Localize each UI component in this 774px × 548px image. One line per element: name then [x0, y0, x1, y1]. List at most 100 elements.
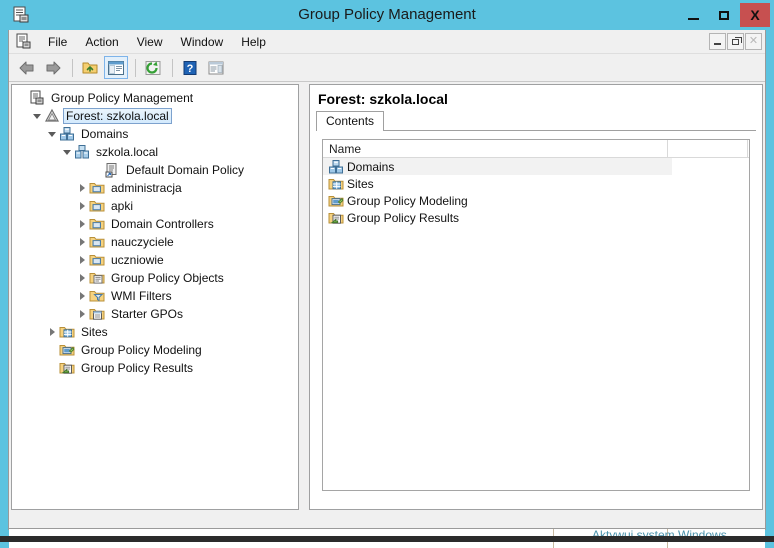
close-icon: X	[750, 7, 760, 23]
list-column-header[interactable]	[668, 140, 748, 157]
forward-button[interactable]	[41, 56, 65, 79]
chevron-right-icon[interactable]	[76, 179, 88, 197]
tree-item-administracja[interactable]: administracja	[12, 179, 298, 197]
arrow-right-icon	[46, 61, 61, 74]
twisty-placeholder	[46, 341, 58, 359]
list-item[interactable]: Group Policy Results	[323, 209, 749, 226]
starter-gpo-icon	[88, 306, 105, 322]
menu-action[interactable]: Action	[76, 32, 127, 52]
gp-results-icon	[58, 360, 75, 376]
tree-item-group-policy-management[interactable]: Group Policy Management	[12, 89, 298, 107]
sites-icon	[328, 178, 343, 189]
tree-item-label: Domains	[81, 127, 129, 141]
back-button[interactable]	[15, 56, 39, 79]
chevron-down-icon[interactable]	[31, 107, 43, 125]
tree-item-label: Group Policy Management	[51, 91, 194, 105]
chevron-right-icon[interactable]	[46, 323, 58, 341]
tree-item-starter-gpos[interactable]: Starter GPOs	[12, 305, 298, 323]
chevron-right-icon[interactable]	[76, 269, 88, 287]
up-one-level-button[interactable]	[78, 56, 102, 79]
domain-icon	[74, 145, 89, 159]
chevron-right-icon[interactable]	[76, 251, 88, 269]
mdi-window-controls: ✕	[708, 33, 762, 50]
list-header: Name	[323, 140, 749, 158]
domains-icon	[328, 159, 343, 173]
menu-window[interactable]: Window	[172, 32, 233, 52]
application-window: Group Policy Management X File Action Vi…	[0, 0, 774, 548]
toolbar-separator	[72, 58, 73, 77]
list-column-header[interactable]: Name	[323, 140, 668, 157]
pane-splitter[interactable]	[301, 84, 308, 510]
contents-list[interactable]: Name Domains Sites Group Policy Modeling Gr…	[322, 139, 750, 491]
mdi-restore-icon	[732, 36, 742, 45]
twisty-triangle	[79, 310, 85, 318]
list-item[interactable]: Group Policy Modeling	[323, 192, 749, 209]
list-item[interactable]: Sites	[323, 175, 749, 192]
tree-item-label: uczniowie	[111, 253, 164, 267]
properties-button[interactable]	[204, 56, 228, 79]
list-item[interactable]: Domains	[323, 158, 672, 175]
tree-item-nauczyciele[interactable]: nauczyciele	[12, 233, 298, 251]
chevron-down-icon[interactable]	[61, 143, 73, 161]
svg-text:?: ?	[187, 63, 194, 75]
mdi-minimize-button[interactable]	[709, 33, 726, 50]
tree-item-group-policy-results[interactable]: Group Policy Results	[12, 359, 298, 377]
toolbar: ?	[9, 54, 765, 82]
chevron-down-icon[interactable]	[46, 125, 58, 143]
tree-item-sites[interactable]: Sites	[12, 323, 298, 341]
console-root-icon	[28, 90, 45, 106]
page-title: Forest: szkola.local	[318, 91, 448, 107]
tree-item-group-policy-objects[interactable]: Group Policy Objects	[12, 269, 298, 287]
folder-up-icon	[82, 62, 98, 73]
maximize-button[interactable]	[709, 3, 739, 27]
tab-contents[interactable]: Contents	[316, 111, 385, 130]
mdi-restore-button[interactable]	[727, 33, 744, 50]
ou-folder-icon	[89, 237, 104, 248]
mdi-minimize-icon	[714, 43, 721, 45]
chevron-right-icon[interactable]	[76, 215, 88, 233]
list-item-label: Group Policy Results	[347, 210, 460, 225]
minimize-button[interactable]	[678, 3, 708, 27]
gp-results-icon	[59, 363, 74, 374]
gp-modeling-icon	[327, 193, 344, 209]
tree-item-domains[interactable]: Domains	[12, 125, 298, 143]
menu-file[interactable]: File	[39, 32, 76, 52]
help-button[interactable]: ?	[178, 56, 202, 79]
chevron-right-icon[interactable]	[76, 197, 88, 215]
console-tree: Group Policy Management Forest: szkola.lo…	[12, 85, 298, 377]
chevron-right-icon[interactable]	[76, 233, 88, 251]
mdi-close-button: ✕	[745, 33, 762, 50]
menu-help[interactable]: Help	[232, 32, 275, 52]
gpo-link-icon	[105, 163, 116, 178]
tree-item-uczniowie[interactable]: uczniowie	[12, 251, 298, 269]
chevron-right-icon[interactable]	[76, 305, 88, 323]
tree-item-group-policy-modeling[interactable]: Group Policy Modeling	[12, 341, 298, 359]
tree-item-label: Starter GPOs	[111, 307, 184, 321]
refresh-button[interactable]	[141, 56, 165, 79]
tree-item-wmi-filters[interactable]: WMI Filters	[12, 287, 298, 305]
forest-icon	[44, 108, 59, 122]
mdi-close-icon: ✕	[748, 35, 759, 47]
chevron-right-icon[interactable]	[76, 287, 88, 305]
tree-item-default-domain-policy[interactable]: Default Domain Policy	[12, 161, 298, 179]
twisty-triangle	[79, 292, 85, 300]
list-item-label: Sites	[347, 176, 374, 191]
tree-item-forest[interactable]: Forest: szkola.local	[12, 107, 298, 125]
domain-icon	[73, 144, 90, 160]
ou-folder-icon	[88, 234, 105, 250]
tree-item-domain-controllers[interactable]: Domain Controllers	[12, 215, 298, 233]
tree-item-label: szkola.local	[96, 145, 159, 159]
show-hide-tree-button[interactable]	[104, 56, 128, 79]
domains-icon	[59, 127, 74, 141]
tree-item-szkola-local[interactable]: szkola.local	[12, 143, 298, 161]
console-tree-pane[interactable]: Group Policy Management Forest: szkola.lo…	[11, 84, 299, 510]
console-tree-icon	[108, 60, 124, 75]
twisty-triangle	[63, 149, 71, 155]
ou-folder-icon	[89, 219, 104, 230]
menu-view[interactable]: View	[128, 32, 172, 52]
tree-item-apki[interactable]: apki	[12, 197, 298, 215]
twisty-triangle	[79, 238, 85, 246]
close-button[interactable]: X	[740, 3, 770, 27]
twisty-placeholder	[16, 89, 28, 107]
sites-icon	[59, 327, 74, 338]
